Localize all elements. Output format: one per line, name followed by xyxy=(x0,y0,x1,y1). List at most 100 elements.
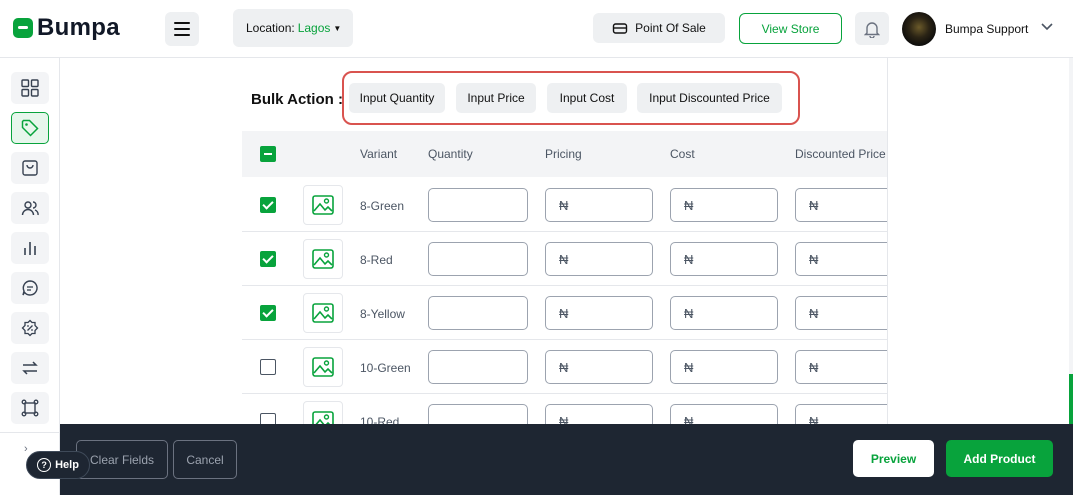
table-row: 8-Red ₦ ₦ ₦ xyxy=(242,232,887,286)
discounted-price-input[interactable]: ₦ xyxy=(795,296,887,330)
cost-input[interactable]: ₦ xyxy=(670,188,778,222)
view-store-button[interactable]: View Store xyxy=(739,13,842,44)
top-bar: Bumpa Location: Lagos ▼ Point Of Sale Vi… xyxy=(0,0,1073,58)
naira-symbol: ₦ xyxy=(809,197,819,213)
location-label: Location: xyxy=(246,21,295,35)
naira-symbol: ₦ xyxy=(559,251,569,267)
naira-symbol: ₦ xyxy=(684,359,694,375)
naira-symbol: ₦ xyxy=(684,251,694,267)
quantity-input[interactable] xyxy=(428,188,528,222)
sidebar-item-integrations[interactable] xyxy=(11,392,49,424)
variant-image-placeholder[interactable] xyxy=(303,401,343,424)
naira-symbol: ₦ xyxy=(809,251,819,267)
column-discounted-price: Discounted Price xyxy=(795,147,886,161)
sidebar-item-transfers[interactable] xyxy=(11,352,49,384)
sidebar-expand-icon[interactable]: › xyxy=(24,443,28,455)
point-of-sale-label: Point Of Sale xyxy=(635,21,706,35)
variant-image-placeholder[interactable] xyxy=(303,293,343,333)
bell-icon xyxy=(864,21,880,38)
chevron-down-icon[interactable] xyxy=(1040,20,1054,34)
discounted-price-input[interactable]: ₦ xyxy=(795,350,887,384)
input-cost-button[interactable]: Input Cost xyxy=(547,83,627,113)
quantity-input[interactable] xyxy=(428,296,528,330)
notifications-button[interactable] xyxy=(855,12,889,45)
help-button[interactable]: ? Help xyxy=(26,451,90,479)
pricing-input[interactable]: ₦ xyxy=(545,188,653,222)
location-selector[interactable]: Location: Lagos ▼ xyxy=(233,9,353,47)
tag-icon xyxy=(21,119,39,137)
discounted-price-input[interactable]: ₦ xyxy=(795,404,887,424)
naira-symbol: ₦ xyxy=(809,359,819,375)
location-value: Lagos xyxy=(297,21,331,35)
clear-fields-button[interactable]: Clear Fields xyxy=(76,440,168,479)
bulk-action-label: Bulk Action : xyxy=(251,91,343,108)
scrollbar-thumb[interactable] xyxy=(1069,374,1073,424)
variant-image-placeholder[interactable] xyxy=(303,239,343,279)
help-label: Help xyxy=(55,459,79,471)
naira-symbol: ₦ xyxy=(559,413,569,425)
page-scrollbar[interactable] xyxy=(1069,58,1073,374)
cost-input[interactable]: ₦ xyxy=(670,350,778,384)
row-checkbox[interactable] xyxy=(260,359,276,375)
pricing-input[interactable]: ₦ xyxy=(545,404,653,424)
sidebar-item-products[interactable] xyxy=(11,112,49,144)
point-of-sale-button[interactable]: Point Of Sale xyxy=(593,13,725,43)
quantity-input[interactable] xyxy=(428,242,528,276)
naira-symbol: ₦ xyxy=(559,359,569,375)
menu-line xyxy=(174,34,190,36)
pricing-input[interactable]: ₦ xyxy=(545,242,653,276)
variant-image-placeholder[interactable] xyxy=(303,185,343,225)
variant-name: 8-Green xyxy=(360,199,405,213)
table-header: Variant Quantity Pricing Cost Discounted… xyxy=(242,131,887,177)
variant-image-placeholder[interactable] xyxy=(303,347,343,387)
row-checkbox[interactable] xyxy=(260,413,276,424)
add-product-button[interactable]: Add Product xyxy=(946,440,1053,477)
pricing-input[interactable]: ₦ xyxy=(545,350,653,384)
brand-name: Bumpa xyxy=(37,14,120,41)
question-icon: ? xyxy=(37,458,52,472)
naira-symbol: ₦ xyxy=(684,197,694,213)
sidebar-item-analytics[interactable] xyxy=(11,232,49,264)
messages-icon xyxy=(22,280,38,296)
variant-name: 10-Red xyxy=(360,415,400,424)
cost-input[interactable]: ₦ xyxy=(670,404,778,424)
quantity-input[interactable] xyxy=(428,404,528,424)
avatar[interactable] xyxy=(902,12,936,46)
cost-input[interactable]: ₦ xyxy=(670,242,778,276)
cost-input[interactable]: ₦ xyxy=(670,296,778,330)
select-all-checkbox[interactable] xyxy=(260,146,276,162)
row-checkbox[interactable] xyxy=(260,197,276,213)
quantity-input[interactable] xyxy=(428,350,528,384)
row-checkbox[interactable] xyxy=(260,305,276,321)
preview-button[interactable]: Preview xyxy=(853,440,934,477)
table-row: 10-Green ₦ ₦ ₦ xyxy=(242,340,887,394)
naira-symbol: ₦ xyxy=(559,305,569,321)
row-checkbox[interactable] xyxy=(260,251,276,267)
sidebar-item-orders[interactable] xyxy=(11,152,49,184)
hamburger-menu-button[interactable] xyxy=(165,12,199,46)
caret-down-icon: ▼ xyxy=(333,23,342,33)
sidebar-item-dashboard[interactable] xyxy=(11,72,49,104)
cancel-button[interactable]: Cancel xyxy=(173,440,237,479)
naira-symbol: ₦ xyxy=(809,413,819,425)
sidebar-item-customers[interactable] xyxy=(11,192,49,224)
input-price-button[interactable]: Input Price xyxy=(456,83,536,113)
discounted-price-input[interactable]: ₦ xyxy=(795,242,887,276)
table-row: 8-Yellow ₦ ₦ ₦ xyxy=(242,286,887,340)
input-quantity-button[interactable]: Input Quantity xyxy=(349,83,445,113)
main-content: Bulk Action : Input Quantity Input Price… xyxy=(61,58,887,424)
discount-icon xyxy=(21,319,39,337)
input-discounted-price-button[interactable]: Input Discounted Price xyxy=(637,83,782,113)
pricing-input[interactable]: ₦ xyxy=(545,296,653,330)
bumpa-logo-icon xyxy=(13,18,33,38)
sidebar-item-discounts[interactable] xyxy=(11,312,49,344)
dashboard-icon xyxy=(21,79,39,97)
user-name[interactable]: Bumpa Support xyxy=(945,22,1028,36)
shopping-bag-icon xyxy=(22,160,38,176)
analytics-icon xyxy=(24,242,36,255)
sidebar-item-messages[interactable] xyxy=(11,272,49,304)
brand-logo[interactable]: Bumpa xyxy=(13,14,120,42)
discounted-price-input[interactable]: ₦ xyxy=(795,188,887,222)
naira-symbol: ₦ xyxy=(684,413,694,425)
menu-line xyxy=(174,28,190,30)
